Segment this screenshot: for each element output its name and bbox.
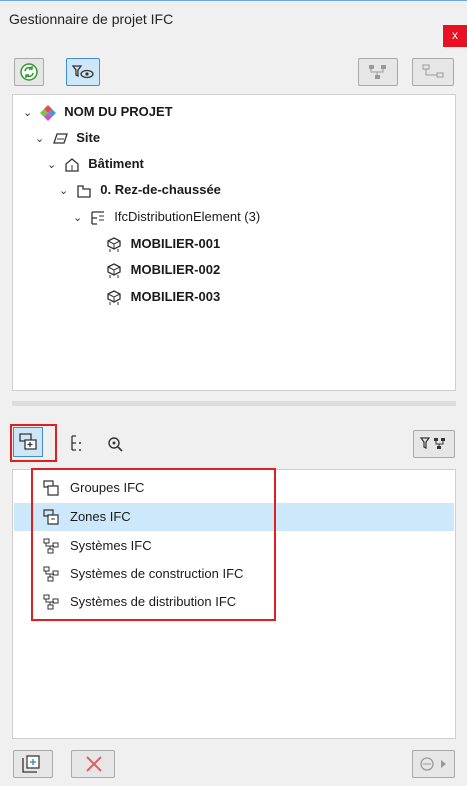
chevron-down-icon[interactable]: ⌄	[59, 180, 71, 202]
refresh-button[interactable]	[14, 58, 44, 86]
tree-group-icon	[89, 209, 107, 227]
chevron-down-icon[interactable]: ⌄	[23, 102, 35, 124]
tree-label: IfcDistributionElement (3)	[114, 209, 261, 224]
project-icon	[39, 104, 57, 122]
chevron-down-icon[interactable]: ⌄	[47, 154, 59, 176]
tree-row-element[interactable]: MOBILIER-002	[105, 259, 220, 281]
refresh-icon	[20, 63, 38, 81]
filter-hierarchy-icon	[419, 437, 445, 449]
tree-row-distribution[interactable]: ⌄ IfcDistributionElement (3)	[73, 206, 260, 228]
filter-view-icon	[71, 65, 94, 79]
window-title: Gestionnaire de projet IFC	[9, 11, 174, 27]
add-group-button[interactable]	[13, 750, 53, 778]
element-icon	[105, 236, 123, 254]
tree-label: Bâtiment	[88, 156, 144, 171]
tree-row-building[interactable]: ⌄ Bâtiment	[47, 153, 144, 175]
tree-structure-button[interactable]	[64, 429, 94, 459]
chevron-down-icon[interactable]: ⌄	[35, 128, 47, 150]
storey-icon	[75, 182, 93, 200]
building-icon	[63, 156, 81, 174]
tree-row-element[interactable]: MOBILIER-001	[105, 233, 220, 255]
list-highlight	[31, 468, 276, 621]
hierarchy-icon	[369, 65, 386, 79]
element-icon	[105, 289, 123, 307]
title-bar: Gestionnaire de projet IFC	[0, 1, 467, 43]
tree-row-storey[interactable]: ⌄ 0. Rez-de-chaussée	[59, 179, 221, 201]
tree-label: 0. Rez-de-chaussée	[100, 182, 221, 197]
panel-splitter[interactable]	[12, 401, 456, 406]
filter-view-button[interactable]	[66, 58, 100, 86]
element-icon	[105, 262, 123, 280]
hierarchy-button[interactable]	[358, 58, 398, 86]
project-tree-panel: ⌄ NOM DU PROJET ⌄ Site ⌄ Bâtiment ⌄ 0. R…	[12, 94, 456, 391]
close-button[interactable]: x	[443, 25, 467, 47]
filter-hierarchy-button[interactable]	[413, 430, 455, 458]
add-group-icon	[22, 755, 40, 773]
site-icon	[51, 130, 69, 148]
search-icon	[108, 437, 123, 452]
tree-structure-icon	[71, 435, 81, 451]
search-button[interactable]	[100, 429, 130, 459]
assign-button[interactable]	[412, 750, 455, 778]
tree-row-element[interactable]: MOBILIER-003	[105, 286, 220, 308]
assign-icon	[420, 757, 446, 771]
tree-label: MOBILIER-003	[130, 289, 221, 304]
tree-label: MOBILIER-002	[130, 262, 221, 277]
tree-row-site[interactable]: ⌄ Site	[35, 127, 100, 149]
tree-label: MOBILIER-001	[130, 236, 221, 251]
delete-icon	[86, 756, 102, 772]
tree-label: NOM DU PROJET	[64, 104, 173, 119]
tree-label: Site	[76, 130, 101, 145]
hierarchy-alt-icon	[422, 64, 444, 78]
tree-row-project[interactable]: ⌄ NOM DU PROJET	[23, 101, 173, 123]
groups-mode-highlight	[10, 424, 57, 462]
chevron-down-icon[interactable]: ⌄	[73, 207, 85, 229]
hierarchy-alt-button[interactable]	[412, 58, 454, 86]
delete-button[interactable]	[71, 750, 115, 778]
